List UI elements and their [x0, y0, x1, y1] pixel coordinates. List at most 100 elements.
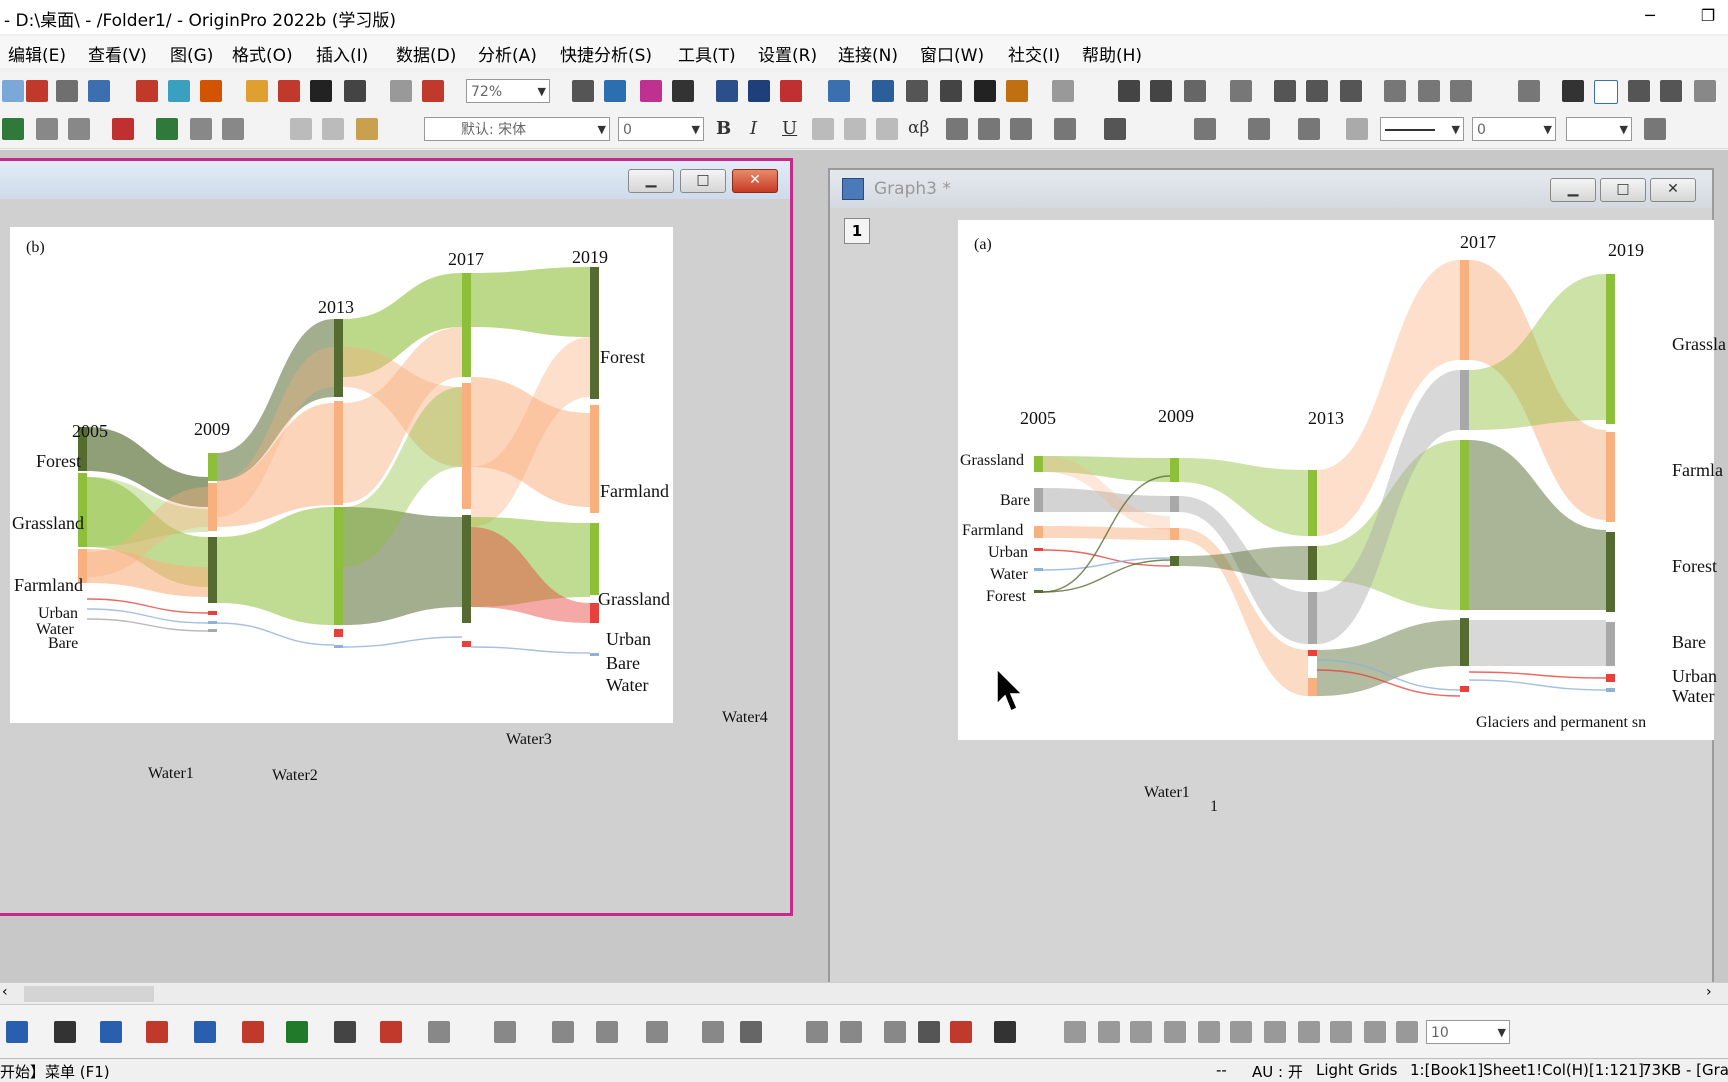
fill-pattern-select[interactable]: ▼: [1566, 117, 1632, 141]
paste-icon[interactable]: [356, 118, 378, 140]
line-symbol-plot-icon[interactable]: [100, 1021, 122, 1043]
underline-button[interactable]: U: [782, 118, 797, 139]
copy-sheet-icon[interactable]: [112, 118, 134, 140]
contour-icon[interactable]: [596, 1021, 618, 1043]
align-bottom-icon[interactable]: [1164, 1021, 1186, 1043]
add-worksheet-icon[interactable]: [36, 118, 58, 140]
copy-icon[interactable]: [322, 118, 344, 140]
graph-page[interactable]: (b) 2005 2009 2013 2017 2019 Forest Gras…: [10, 227, 673, 723]
command-window-icon[interactable]: [780, 80, 802, 102]
swap-layers-icon[interactable]: [950, 1021, 972, 1043]
error-bar-icon[interactable]: [1660, 80, 1682, 102]
add-column-icon[interactable]: [1052, 80, 1074, 102]
save-template-icon[interactable]: [344, 80, 366, 102]
close-button[interactable]: ✕: [732, 169, 778, 193]
settings-gear-icon[interactable]: [1006, 80, 1028, 102]
menu-format[interactable]: 格式(O): [232, 41, 293, 66]
bold-button[interactable]: B: [716, 118, 731, 139]
line-width-select[interactable]: 0 ▼: [1472, 117, 1556, 141]
back-icon[interactable]: [1364, 1021, 1386, 1043]
align-right-icon[interactable]: [1098, 1021, 1120, 1043]
duplicate-icon[interactable]: [422, 80, 444, 102]
new-chart-icon[interactable]: [88, 80, 110, 102]
menu-insert[interactable]: 插入(I): [316, 41, 368, 66]
area-plot-icon[interactable]: [286, 1021, 308, 1043]
line-color-icon[interactable]: [1298, 118, 1320, 140]
arrange-layers-icon[interactable]: [918, 1021, 940, 1043]
window-titlebar[interactable]: ▁ □ ✕: [0, 161, 790, 199]
table-icon[interactable]: [940, 80, 962, 102]
minimize-button[interactable]: ─: [1636, 4, 1664, 28]
font-name-select[interactable]: 默认: 宋体 ▼: [424, 117, 610, 141]
column-chart-icon[interactable]: [1306, 80, 1328, 102]
new-graph-icon[interactable]: [26, 80, 48, 102]
recalculate-icon[interactable]: [390, 80, 412, 102]
multi-panel-icon[interactable]: [194, 1021, 216, 1043]
worksheet-icon[interactable]: [2, 118, 24, 140]
front-icon[interactable]: [1330, 1021, 1352, 1043]
fill-color-icon[interactable]: [1194, 118, 1216, 140]
filter-icon[interactable]: [1384, 80, 1406, 102]
print-icon[interactable]: [572, 80, 594, 102]
border-icon[interactable]: [1644, 118, 1666, 140]
results-log-icon[interactable]: [748, 80, 770, 102]
sum-icon[interactable]: [1118, 80, 1140, 102]
sort-icon[interactable]: [1184, 80, 1206, 102]
import-icon[interactable]: [278, 80, 300, 102]
menu-connect[interactable]: 连接(N): [838, 41, 898, 66]
z-axis-icon[interactable]: [1628, 80, 1650, 102]
group-icon[interactable]: [1264, 1021, 1286, 1043]
graph-page[interactable]: (a) 2005 2009 2013 2017 2019 Grassland B…: [958, 220, 1726, 740]
image-icon[interactable]: [740, 1021, 762, 1043]
distribution-icon[interactable]: [1340, 80, 1362, 102]
box-chart-icon[interactable]: [242, 1021, 264, 1043]
object-manager-icon[interactable]: [872, 80, 894, 102]
column-plot-icon[interactable]: [146, 1021, 168, 1043]
new-matrix-icon[interactable]: [136, 80, 158, 102]
heatmap-icon[interactable]: [646, 1021, 668, 1043]
3d-surface-icon[interactable]: [494, 1021, 516, 1043]
graph-window-b[interactable]: ▁ □ ✕ (b) 2005 2009 2013 2017 2019 Fores…: [0, 158, 793, 916]
scroll-thumb[interactable]: [24, 986, 154, 1002]
same-width-icon[interactable]: [1198, 1021, 1220, 1043]
supersubscript-icon[interactable]: [876, 118, 898, 140]
status-autoupdate[interactable]: AU : 开: [1252, 1061, 1303, 1082]
align-left-icon[interactable]: [1064, 1021, 1086, 1043]
new-workbook-icon[interactable]: [56, 80, 78, 102]
pattern-icon[interactable]: [1248, 118, 1270, 140]
cut-icon[interactable]: [290, 118, 312, 140]
menu-social[interactable]: 社交(I): [1008, 41, 1060, 66]
status-grids[interactable]: Light Grids: [1316, 1061, 1398, 1079]
statistics-icon[interactable]: [1150, 80, 1172, 102]
polar-plot-icon[interactable]: [334, 1021, 356, 1043]
greek-button[interactable]: αβ: [908, 118, 929, 138]
font-color-icon[interactable]: [1104, 118, 1126, 140]
3d-bar-icon[interactable]: [552, 1021, 574, 1043]
filter-options-icon[interactable]: [1450, 80, 1472, 102]
line-plot-icon[interactable]: [6, 1021, 28, 1043]
maximize-button[interactable]: □: [680, 169, 726, 193]
decrease-font-icon[interactable]: [978, 118, 1000, 140]
clear-icon[interactable]: [1562, 80, 1584, 102]
add-layer-icon[interactable]: [884, 1021, 906, 1043]
link-icon[interactable]: [190, 118, 212, 140]
clear-filter-icon[interactable]: [1418, 80, 1440, 102]
template-icon[interactable]: [702, 1021, 724, 1043]
message-log-icon[interactable]: [974, 80, 996, 102]
notes-icon[interactable]: [716, 80, 738, 102]
horizontal-scrollbar[interactable]: ‹ ›: [0, 982, 1728, 1005]
menu-view[interactable]: 查看(V): [88, 41, 147, 66]
set-values-icon[interactable]: [1230, 80, 1252, 102]
add-plot-icon[interactable]: [156, 118, 178, 140]
scroll-left-icon[interactable]: ‹: [2, 984, 8, 1000]
menu-help[interactable]: 帮助(H): [1082, 41, 1142, 66]
menu-edit[interactable]: 编辑(E): [8, 41, 66, 66]
size-select[interactable]: 10 ▼: [1426, 1020, 1510, 1044]
y-axis-icon[interactable]: [1594, 80, 1618, 104]
align-layers-icon[interactable]: [994, 1021, 1016, 1043]
refresh-icon[interactable]: [604, 80, 626, 102]
film-icon[interactable]: [672, 80, 694, 102]
minimize-button[interactable]: ▁: [1550, 178, 1596, 202]
font-size-select[interactable]: 0 ▼: [618, 117, 704, 141]
zoom-select[interactable]: 72% ▼: [466, 79, 550, 103]
